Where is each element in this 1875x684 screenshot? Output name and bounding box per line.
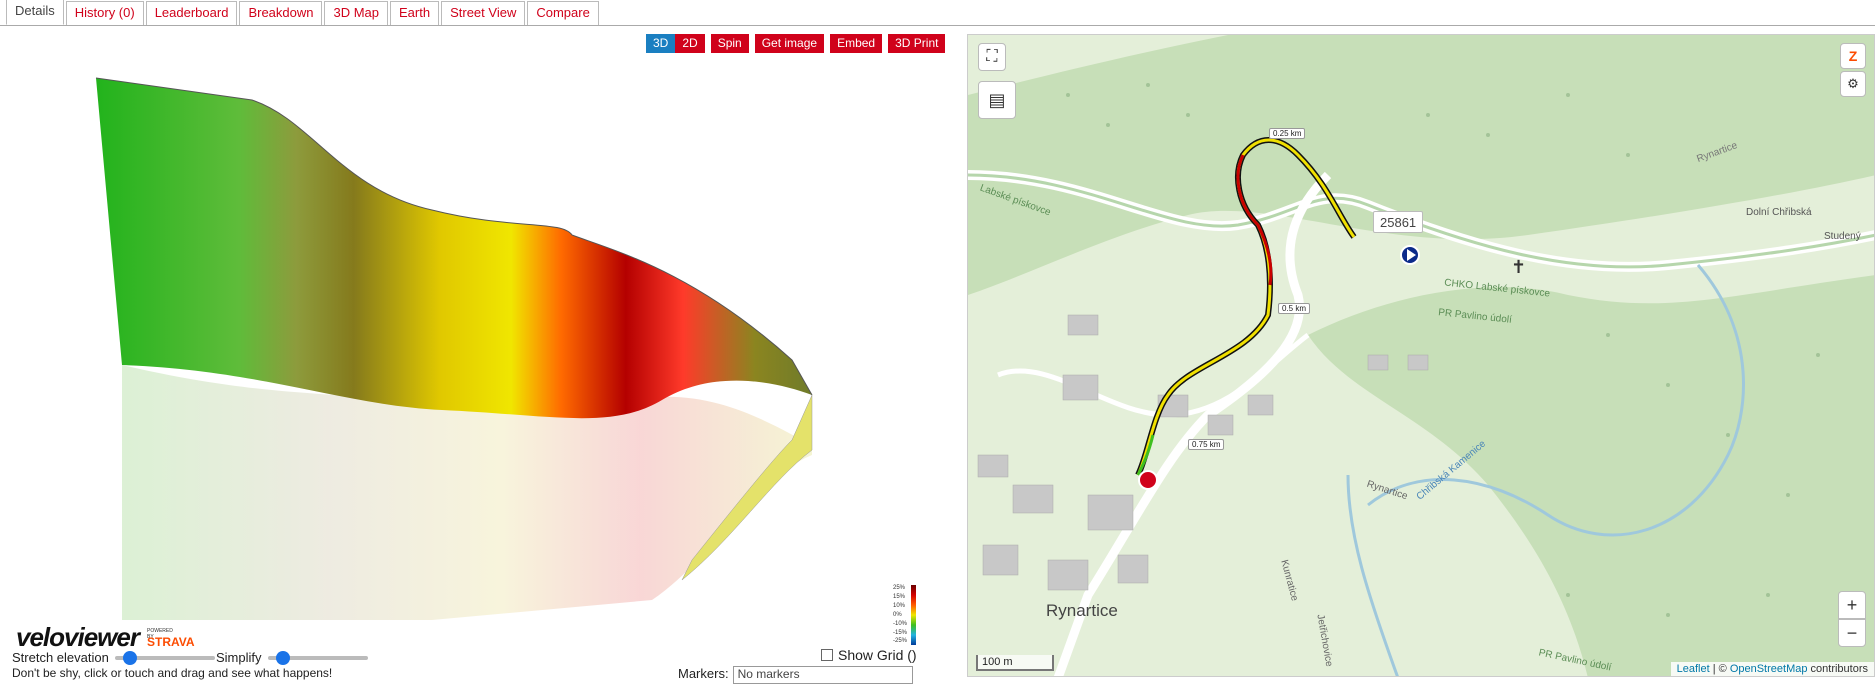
stretch-elevation-slider[interactable] xyxy=(114,650,215,665)
tab-compare[interactable]: Compare xyxy=(527,1,599,25)
km-marker: 0.75 km xyxy=(1188,439,1225,450)
viewer-toolbar: 3D 2D Spin Get image Embed 3D Print xyxy=(646,34,946,53)
km-marker: 0.5 km xyxy=(1278,303,1311,314)
slider-knob[interactable] xyxy=(276,650,291,665)
3d-print-button[interactable]: 3D Print xyxy=(888,34,946,53)
legend-tick: -15% xyxy=(893,630,908,636)
layers-button[interactable]: ▤ xyxy=(978,81,1016,119)
slider-knob[interactable] xyxy=(123,650,138,665)
map-label: Dolní Chřibská xyxy=(1746,207,1812,218)
show-grid-label: Show Grid () xyxy=(838,647,917,663)
legend-tick: 15% xyxy=(893,594,906,600)
town-label: Rynartice xyxy=(1046,601,1118,620)
attribution-separator: | © xyxy=(1709,663,1730,675)
interaction-hint: Don't be shy, click or touch and drag an… xyxy=(12,666,333,680)
tab-leaderboard[interactable]: Leaderboard xyxy=(145,1,238,25)
markers-select[interactable]: No markers xyxy=(732,666,913,684)
simplify-label: Simplify xyxy=(216,650,262,665)
legend-tick: 10% xyxy=(893,603,906,609)
road-number-label: 25861 xyxy=(1373,211,1424,233)
attribution-suffix: contributors xyxy=(1807,663,1868,675)
legend-tick: -10% xyxy=(893,621,908,627)
legend-tick: 25% xyxy=(893,585,906,591)
strava-z-icon: Z xyxy=(1848,48,1858,64)
legend-tick: 0% xyxy=(893,612,902,618)
strava-zone-button[interactable]: Z xyxy=(1840,43,1866,69)
map-label: Studený xyxy=(1824,231,1861,242)
embed-button[interactable]: Embed xyxy=(830,34,883,53)
view-mode-toggle: 3D 2D xyxy=(646,34,705,53)
tab-3d-map[interactable]: 3D Map xyxy=(324,1,389,25)
veloviewer-logo: veloviewer POWERED BY STRAVA xyxy=(16,622,195,653)
layers-icon: ▤ xyxy=(988,89,1006,110)
stretch-elevation-control: Stretch elevation xyxy=(12,650,215,665)
map-tiles: ✝ xyxy=(968,35,1874,676)
tab-history[interactable]: History (0) xyxy=(65,1,144,25)
markers-control: Markers: No markers xyxy=(678,666,913,684)
zoom-in-button[interactable]: + xyxy=(1838,591,1866,619)
gradient-color-bar xyxy=(911,585,916,645)
zoom-out-button[interactable]: − xyxy=(1838,619,1866,647)
fullscreen-button[interactable]: ⛶ xyxy=(978,43,1006,71)
get-image-button[interactable]: Get image xyxy=(754,34,825,53)
simplify-control: Simplify xyxy=(216,650,368,665)
tab-earth[interactable]: Earth xyxy=(390,1,440,25)
brand-name: veloviewer xyxy=(16,622,140,652)
route-map[interactable]: ✝ ⛶ ▤ Z ⚙ + − 25861 Rynartice CHKO Labsk… xyxy=(967,34,1875,677)
show-grid-checkbox[interactable] xyxy=(821,649,833,661)
map-attribution: Leaflet | © OpenStreetMap contributors xyxy=(1670,662,1874,676)
simplify-slider[interactable] xyxy=(267,650,368,665)
show-grid-option: Show Grid () xyxy=(821,647,917,663)
tab-details[interactable]: Details xyxy=(6,0,64,25)
spin-button[interactable]: Spin xyxy=(710,34,749,53)
map-scale: 100 m xyxy=(976,655,1054,671)
tab-street-view[interactable]: Street View xyxy=(441,1,526,25)
strava-logo: STRAVA xyxy=(147,635,195,649)
gear-icon: ⚙ xyxy=(1847,76,1859,91)
leaflet-link[interactable]: Leaflet xyxy=(1677,663,1710,675)
tab-breakdown[interactable]: Breakdown xyxy=(239,1,323,25)
mode-3d-button[interactable]: 3D xyxy=(646,34,676,53)
osm-link[interactable]: OpenStreetMap xyxy=(1730,663,1808,675)
markers-label: Markers: xyxy=(678,666,729,681)
fullscreen-icon: ⛶ xyxy=(986,48,998,65)
svg-text:✝: ✝ xyxy=(1511,257,1526,278)
km-marker: 0.25 km xyxy=(1269,128,1306,139)
mode-2d-button[interactable]: 2D xyxy=(675,34,705,53)
tab-bar: Details History (0) Leaderboard Breakdow… xyxy=(0,0,1875,26)
map-settings-button[interactable]: ⚙ xyxy=(1840,71,1866,97)
legend-tick: -25% xyxy=(893,638,908,644)
stretch-elevation-label: Stretch elevation xyxy=(12,650,109,665)
elevation-ribbon[interactable] xyxy=(12,60,872,630)
gradient-legend: 25% 15% 10% 0% -10% -15% -25% xyxy=(893,585,916,645)
